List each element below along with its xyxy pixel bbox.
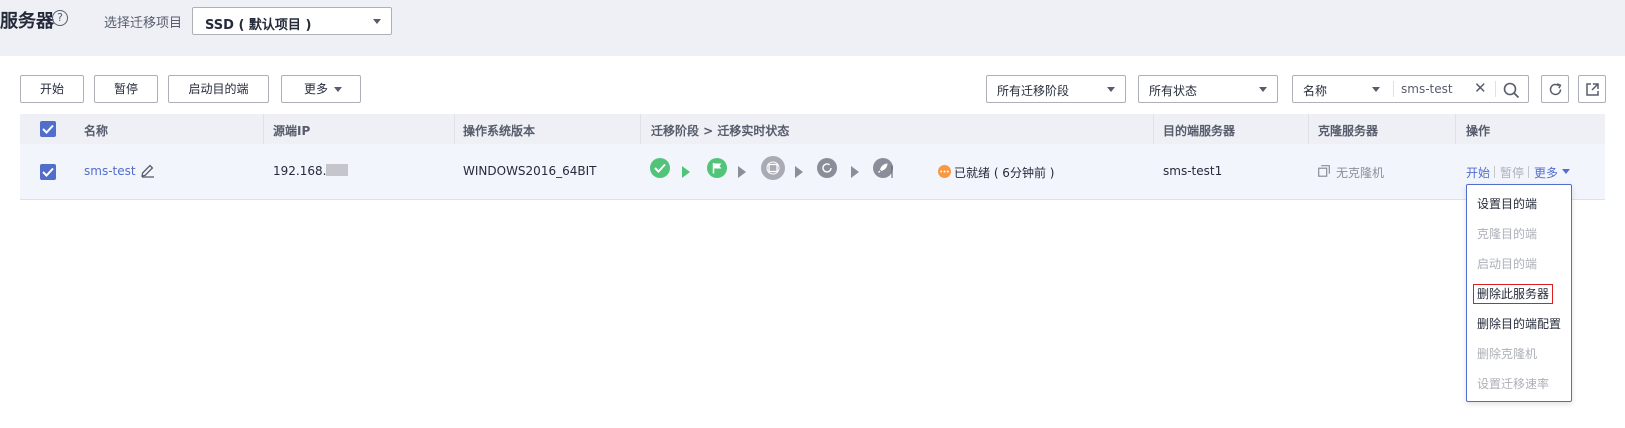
row-more-link[interactable]: 更多 [1534, 164, 1558, 181]
server-name-link[interactable]: sms-test [84, 164, 136, 178]
column-header-stage[interactable]: 迁移阶段 > 迁移实时状态 [651, 122, 789, 139]
edit-icon[interactable] [140, 163, 155, 178]
menu-item-set-target[interactable]: 设置目的端 [1467, 191, 1571, 217]
menu-item-delete-server[interactable]: 删除此服务器 [1467, 281, 1571, 307]
menu-item-delete-target-config[interactable]: 删除目的端配置 [1467, 311, 1571, 337]
stage-status-separator: | [890, 164, 895, 178]
export-button[interactable] [1578, 75, 1606, 103]
ip-redaction [326, 164, 349, 176]
select-all-checkbox[interactable] [40, 121, 56, 137]
menu-item-set-rate[interactable]: 设置迁移速率 [1467, 371, 1571, 397]
column-divider [1308, 114, 1309, 144]
table-row: sms-test 192.168. WINDOWS2016_64BIT | 已就… [20, 144, 1605, 200]
search-field-select[interactable]: 名称 [1303, 82, 1327, 99]
column-divider [263, 114, 264, 144]
page-header: 服务器 ? 选择迁移项目 SSD ( 默认项目 ) [0, 0, 1625, 56]
stage-arrow-icon [738, 166, 746, 178]
divider [1495, 81, 1496, 97]
more-button-label: 更多 [304, 82, 329, 96]
chevron-down-icon [1259, 87, 1267, 92]
page-title: 服务器 [0, 11, 54, 32]
stage-filter-value: 所有迁移阶段 [997, 84, 1070, 98]
more-actions-menu: 设置目的端 克隆目的端 启动目的端 删除此服务器 删除目的端配置 删除克隆机 设… [1466, 184, 1572, 402]
chevron-down-icon [334, 87, 342, 92]
menu-item-clone-target[interactable]: 克隆目的端 [1467, 221, 1571, 247]
divider [1528, 166, 1529, 178]
table-header: 名称 源端IP 操作系统版本 迁移阶段 > 迁移实时状态 目的端服务器 克隆服务… [20, 114, 1605, 144]
stage-arrow-icon [682, 166, 690, 178]
export-icon [1586, 83, 1599, 96]
menu-item-delete-clone[interactable]: 删除克隆机 [1467, 341, 1571, 367]
status-filter-value: 所有状态 [1149, 84, 1198, 98]
row-start-link[interactable]: 开始 [1466, 164, 1490, 181]
search-box[interactable]: 名称 sms-test ✕ [1292, 75, 1529, 103]
divider [1494, 166, 1495, 178]
menu-item-start-target[interactable]: 启动目的端 [1467, 251, 1571, 277]
column-header-actions: 操作 [1466, 124, 1491, 138]
status-warning-icon [938, 165, 951, 178]
search-icon[interactable] [1503, 82, 1520, 99]
more-button[interactable]: 更多 [281, 75, 361, 103]
menu-item-delete-server-label: 删除此服务器 [1473, 284, 1554, 304]
project-label: 选择迁移项目 [104, 16, 183, 31]
check-circle-icon [650, 158, 670, 178]
column-divider [640, 114, 641, 144]
refresh-icon [1549, 83, 1562, 96]
chevron-down-icon [1562, 169, 1570, 174]
migration-status: 已就绪 ( 6分钟前 ) [954, 166, 1055, 180]
start-button[interactable]: 开始 [20, 75, 84, 103]
sync-icon [761, 156, 785, 180]
refresh-button[interactable] [1541, 75, 1569, 103]
chevron-down-icon [1107, 87, 1115, 92]
clone-server: 无克隆机 [1336, 166, 1385, 180]
column-header-os[interactable]: 操作系统版本 [463, 122, 535, 139]
divider [1393, 81, 1394, 97]
column-divider [1455, 114, 1456, 144]
row-checkbox[interactable] [40, 164, 56, 180]
row-pause-link[interactable]: 暂停 [1500, 164, 1524, 181]
stage-filter-select[interactable]: 所有迁移阶段 [986, 75, 1126, 103]
stage-arrow-icon [795, 166, 803, 178]
source-ip: 192.168. [273, 164, 349, 178]
status-filter-select[interactable]: 所有状态 [1138, 75, 1278, 103]
project-select[interactable]: SSD ( 默认项目 ) [192, 7, 392, 35]
chevron-down-icon [373, 19, 381, 24]
flag-icon [707, 158, 727, 178]
start-target-button[interactable]: 启动目的端 [168, 75, 269, 103]
close-icon[interactable]: ✕ [1474, 79, 1487, 97]
help-icon[interactable]: ? [52, 10, 68, 26]
column-header-name[interactable]: 名称 [84, 122, 108, 139]
column-header-ip[interactable]: 源端IP [273, 122, 310, 139]
os-version: WINDOWS2016_64BIT [463, 164, 597, 178]
chevron-down-icon [1372, 87, 1380, 92]
pause-button[interactable]: 暂停 [94, 75, 158, 103]
search-input[interactable]: sms-test [1401, 82, 1453, 96]
source-ip-text: 192.168. [273, 164, 327, 178]
clone-icon [1318, 165, 1330, 177]
stage-arrow-icon [851, 166, 859, 178]
column-header-target[interactable]: 目的端服务器 [1163, 122, 1235, 139]
column-divider [454, 114, 455, 144]
refresh-icon [817, 158, 837, 178]
column-divider [1153, 114, 1154, 144]
column-header-clone[interactable]: 克隆服务器 [1318, 122, 1378, 139]
project-select-value: SSD ( 默认项目 ) [205, 18, 312, 33]
target-server: sms-test1 [1163, 164, 1223, 178]
